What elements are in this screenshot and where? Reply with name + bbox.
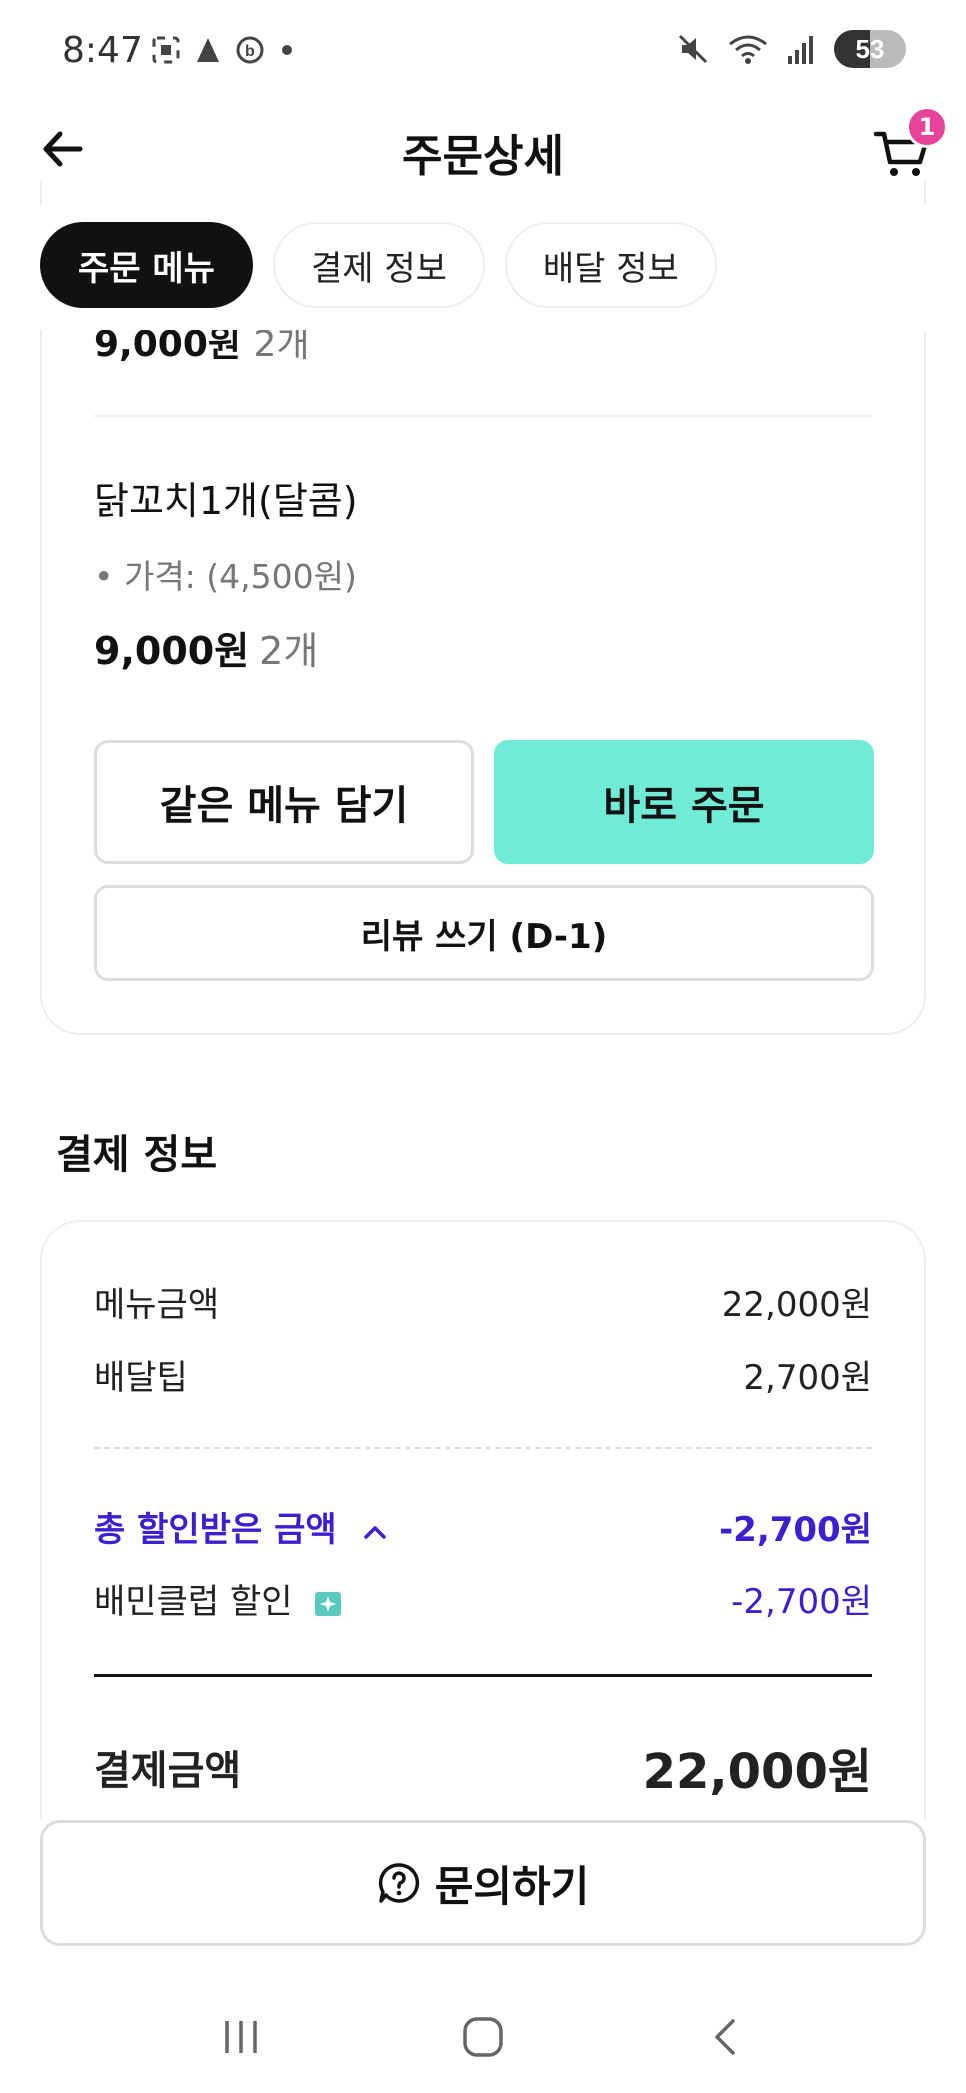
system-back-button[interactable] <box>695 2007 755 2067</box>
status-time: 8:47 <box>62 30 143 71</box>
mute-icon <box>678 34 708 64</box>
menu-item-price: 9,000원 2개 <box>94 629 319 673</box>
add-same-menu-button[interactable]: 같은 메뉴 담기 <box>94 740 474 864</box>
menu-amount-value: 22,000원 <box>721 1285 872 1325</box>
screenshot-icon <box>152 36 180 64</box>
total-discount-row[interactable]: 총 할인받은 금액 -2,700원 <box>94 1502 872 1551</box>
menu-amount-row: 메뉴금액 22,000원 <box>94 1277 872 1326</box>
notification-icons: b <box>150 34 292 66</box>
home-button[interactable] <box>453 2007 513 2067</box>
tab-payment-info[interactable]: 결제 정보 <box>272 222 485 308</box>
back-chevron-icon <box>715 2018 735 2055</box>
club-discount-row: 배민클럽 할인 -2,700원 <box>94 1574 872 1623</box>
tab-delivery-info[interactable]: 배달 정보 <box>504 222 717 308</box>
club-discount-label: 배민클럽 할인 <box>94 1582 293 1622</box>
inquiry-bar: 문의하기 <box>0 1820 966 1970</box>
wifi-icon <box>729 35 767 64</box>
status-bar: 8:47 b 53 <box>0 0 966 100</box>
inquiry-button[interactable]: 문의하기 <box>40 1820 926 1946</box>
battery-indicator: 53 <box>834 30 906 68</box>
item-divider <box>94 415 872 417</box>
total-amount: 22,000원 <box>642 1744 872 1800</box>
payment-section-title: 결제 정보 <box>56 1132 218 1178</box>
recent-apps-icon <box>225 2020 257 2053</box>
inquiry-label: 문의하기 <box>434 1861 590 1911</box>
svg-text:b: b <box>245 43 255 60</box>
battery-level: 53 <box>855 33 885 64</box>
recent-apps-button[interactable] <box>211 2007 271 2067</box>
order-now-button[interactable]: 바로 주문 <box>494 740 874 864</box>
signal-icon <box>788 36 813 64</box>
delivery-tip-value: 2,700원 <box>743 1358 872 1398</box>
payment-card: 메뉴금액 22,000원 배달팁 2,700원 총 할인받은 금액 -2,700… <box>40 1220 926 1840</box>
question-bubble-icon <box>378 1863 419 1903</box>
home-icon <box>463 2016 503 2057</box>
total-discount-label: 총 할인받은 금액 <box>94 1510 337 1550</box>
club-discount-value: -2,700원 <box>731 1582 872 1622</box>
delivery-tip-row: 배달팁 2,700원 <box>94 1350 872 1399</box>
system-nav-bar <box>0 1980 966 2093</box>
baemin-club-icon <box>315 1591 342 1616</box>
page-title: 주문상세 <box>402 131 564 182</box>
chevron-up-icon[interactable] <box>360 1517 390 1547</box>
total-discount-value: -2,700원 <box>719 1510 872 1550</box>
dashed-divider <box>94 1447 872 1449</box>
tab-order-menu[interactable]: 주문 메뉴 <box>40 222 253 308</box>
delivery-tip-label: 배달팁 <box>94 1358 188 1398</box>
total-divider <box>94 1674 872 1677</box>
total-label: 결제금액 <box>94 1748 242 1794</box>
section-tabs: 주문 메뉴 결제 정보 배달 정보 <box>40 222 717 308</box>
cart-count-badge: 1 <box>906 106 948 148</box>
app-notification-icon <box>197 38 219 62</box>
write-review-button[interactable]: 리뷰 쓰기 (D-1) <box>94 885 874 981</box>
total-row: 결제금액 22,000원 <box>94 1732 872 1802</box>
more-notifications-dot <box>282 45 292 55</box>
menu-item-name: 닭꼬치1개(달콤) <box>94 479 358 523</box>
menu-action-row: 같은 메뉴 담기 바로 주문 <box>94 740 874 864</box>
b-app-icon: b <box>236 36 264 64</box>
menu-item-option: • 가격: (4,500원) <box>94 557 357 596</box>
system-icons: 53 <box>676 30 906 68</box>
menu-amount-label: 메뉴금액 <box>94 1285 220 1325</box>
